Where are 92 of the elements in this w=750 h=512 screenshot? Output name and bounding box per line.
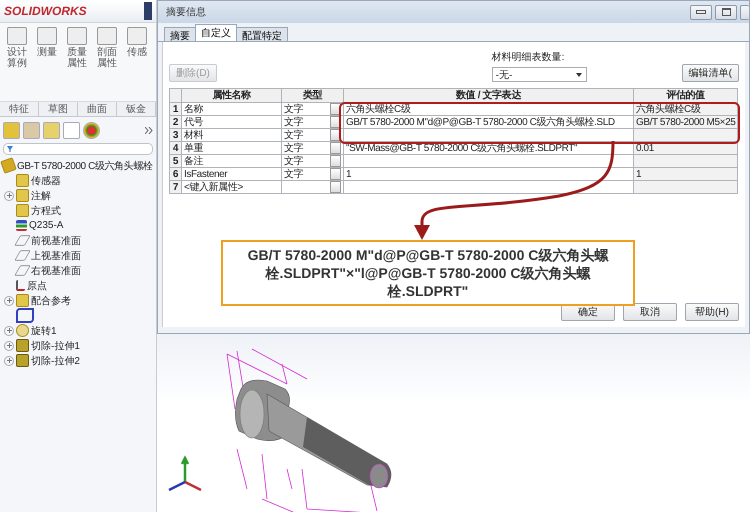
- tool-icon: [7, 27, 27, 45]
- material-icon: [16, 220, 27, 231]
- tree-item[interactable]: 切除-拉伸1: [31, 338, 80, 352]
- row-number: 6: [170, 168, 182, 180]
- tool-icon: [67, 27, 87, 45]
- table-cell: 名称: [182, 102, 282, 116]
- expand-icon[interactable]: [4, 326, 14, 336]
- toolbar-button[interactable]: 质量属性: [62, 27, 92, 69]
- expand-icon[interactable]: [4, 190, 14, 200]
- dialog-tab[interactable]: 配置特定: [236, 27, 288, 41]
- column-header: 类型: [282, 88, 344, 102]
- dialog-tab[interactable]: 自定义: [195, 24, 237, 41]
- tree-item[interactable]: 前视基准面: [31, 234, 81, 248]
- folder-icon: [16, 189, 29, 202]
- chevron-icon[interactable]: [145, 126, 153, 134]
- row-number: 5: [170, 154, 182, 168]
- tree-item[interactable]: 配合参考: [31, 294, 71, 308]
- filter-field[interactable]: [3, 143, 153, 155]
- bom-quantity-dropdown[interactable]: -无-: [492, 67, 587, 82]
- revolve-icon: [16, 324, 29, 337]
- bom-quantity-label: 材料明细表数量:: [492, 50, 566, 64]
- tree-item[interactable]: 切除-拉伸2: [31, 354, 80, 368]
- table-cell: GB/T 5780-2000 M5×25: [636, 116, 736, 128]
- cut-icon: [16, 339, 29, 352]
- table-cell: 材料: [182, 128, 282, 142]
- dialog-title: 摘要信息: [166, 6, 207, 19]
- dropdown-icon[interactable]: [330, 182, 341, 192]
- blank-tab-icon[interactable]: [63, 122, 80, 138]
- row-number: 2: [170, 116, 182, 128]
- configuration-icon[interactable]: [43, 122, 60, 138]
- tree-item[interactable]: 注解: [31, 188, 51, 202]
- callout-text: GB/T 5780-2000 M"d@P@GB-T 5780-2000 C级六角头螺栓.SLDPRT"×"l@P@GB-T 5780-2000 C级六角头螺栓.SLDPRT": [221, 240, 635, 306]
- folder-icon: [16, 294, 29, 307]
- toolbar-button[interactable]: 传感: [122, 27, 152, 58]
- appearance-icon[interactable]: [83, 122, 100, 138]
- command-tab[interactable]: 特征: [0, 102, 39, 116]
- row-number: 3: [170, 128, 182, 142]
- table-cell: 代号: [182, 116, 282, 128]
- table-cell: 1: [346, 168, 352, 180]
- app-logo: SOLIDWORKS: [4, 4, 88, 18]
- edit-list-button[interactable]: 编辑清单(: [682, 64, 739, 82]
- column-header: 评估的值: [634, 88, 738, 102]
- tree-item[interactable]: 上视基准面: [31, 248, 81, 262]
- column-header: 数值 / 文字表达: [344, 88, 634, 102]
- tree-label: GB-T 5780-2000 C级六角头螺栓: [17, 160, 153, 172]
- folder-icon: [16, 174, 29, 187]
- part-icon: [0, 157, 17, 174]
- dropdown-icon[interactable]: [330, 142, 341, 154]
- expand-icon[interactable]: [4, 296, 14, 306]
- command-tab[interactable]: 钣金: [117, 102, 156, 116]
- tree-item[interactable]: GB-T 5780-2000 C级六角头螺栓: [2, 158, 156, 173]
- toolbar-button[interactable]: 测量: [32, 27, 62, 58]
- dialog-button[interactable]: 帮助(H): [685, 303, 739, 321]
- minimize-icon[interactable]: [690, 4, 712, 20]
- tool-icon: [97, 27, 117, 45]
- table-cell: 单重: [182, 142, 282, 154]
- toolbar-button[interactable]: 剖面属性: [92, 27, 122, 69]
- dialog-button[interactable]: 取消: [623, 303, 677, 321]
- tree-item[interactable]: 右视基准面: [31, 264, 81, 278]
- dropdown-icon[interactable]: [330, 156, 341, 166]
- command-tab[interactable]: 曲面: [78, 102, 117, 116]
- tree-item[interactable]: 传感器: [31, 174, 61, 188]
- tree-item[interactable]: 旋转1: [31, 324, 57, 338]
- plane-icon: [14, 250, 31, 261]
- filter-icon: [7, 146, 13, 152]
- origin-icon: [16, 280, 25, 291]
- plane-icon: [14, 235, 31, 246]
- folder-icon: [16, 204, 29, 217]
- row-number: 7: [170, 180, 182, 194]
- table-cell: IsFastener: [182, 168, 282, 180]
- tool-icon: [37, 27, 57, 45]
- cut-icon: [16, 354, 29, 367]
- tree-item[interactable]: 方程式: [31, 204, 61, 218]
- expand-icon[interactable]: [4, 340, 14, 350]
- expand-icon[interactable]: [4, 356, 14, 366]
- row-number: 1: [170, 102, 182, 116]
- maximize-icon[interactable]: [715, 4, 737, 20]
- tree-item[interactable]: 原点: [27, 278, 47, 292]
- tree-item[interactable]: Q235-A: [29, 220, 64, 231]
- sketch-icon: [16, 308, 34, 323]
- dialog-tab[interactable]: 摘要: [164, 27, 196, 41]
- row-number: 4: [170, 142, 182, 154]
- table-cell: 1: [636, 168, 642, 180]
- dropdown-icon[interactable]: [330, 168, 341, 180]
- feature-manager-icon[interactable]: [3, 122, 20, 138]
- table-cell: 0.01: [636, 142, 654, 154]
- command-tab[interactable]: 草图: [39, 102, 78, 116]
- toolbar-button[interactable]: 设计算例: [2, 27, 32, 69]
- tool-icon: [127, 27, 147, 45]
- property-manager-icon[interactable]: [23, 122, 40, 138]
- plane-icon: [14, 265, 31, 276]
- column-header: 属性名称: [182, 88, 282, 102]
